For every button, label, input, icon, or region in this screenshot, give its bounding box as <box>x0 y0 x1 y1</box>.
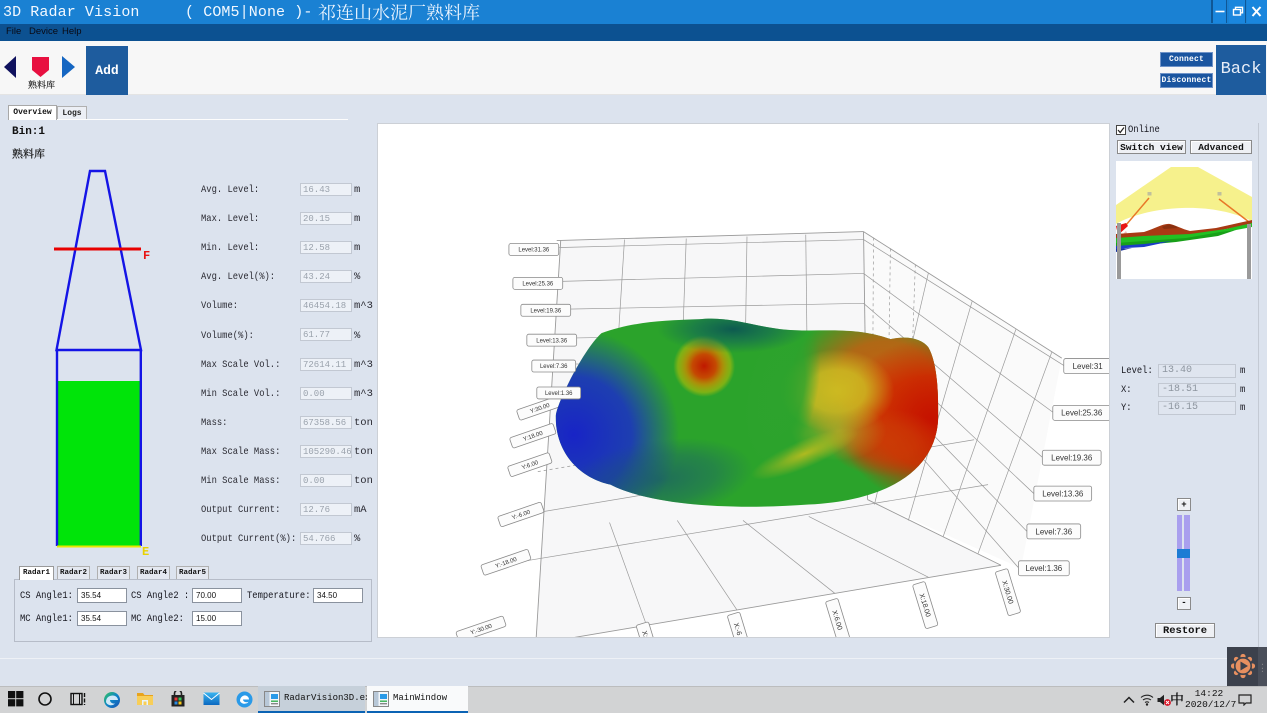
svg-text:Level:31.36: Level:31.36 <box>518 248 550 254</box>
svg-text:Level:25.36: Level:25.36 <box>522 282 554 288</box>
svg-text:Level:13.36: Level:13.36 <box>536 338 568 344</box>
svg-text:Level:1.36: Level:1.36 <box>1025 564 1062 573</box>
svg-text:Level:7.36: Level:7.36 <box>1035 527 1072 536</box>
svg-text:Level:19.36: Level:19.36 <box>1051 454 1093 463</box>
svg-text:Level:31: Level:31 <box>1073 362 1104 371</box>
svg-text:Level:1.36: Level:1.36 <box>545 391 573 397</box>
svg-text:Level:25.36: Level:25.36 <box>1061 409 1103 418</box>
svg-text:Level:19.36: Level:19.36 <box>530 308 562 314</box>
svg-text:Level:13.36: Level:13.36 <box>1042 489 1084 498</box>
svg-text:Level:7.36: Level:7.36 <box>540 364 568 370</box>
